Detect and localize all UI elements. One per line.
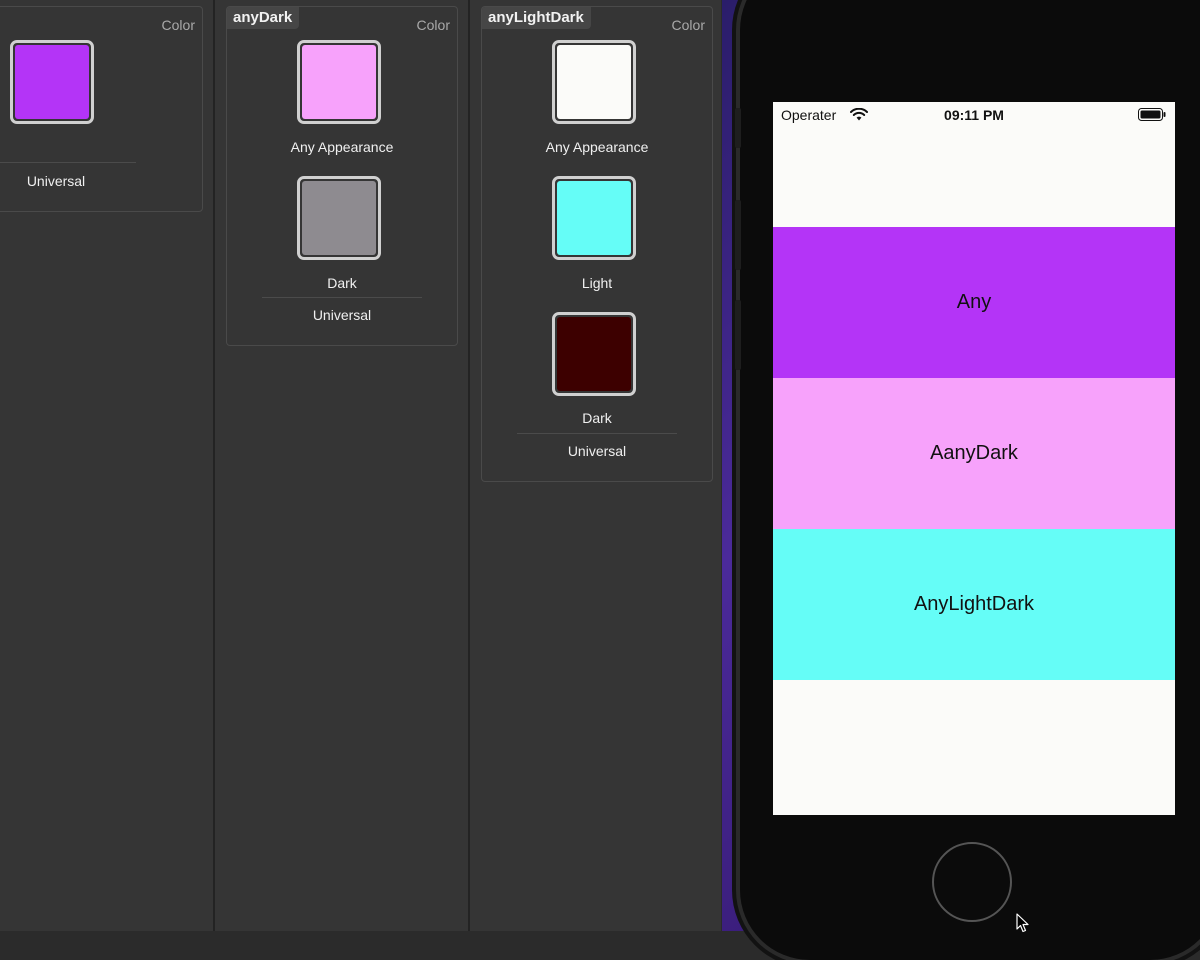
colorset-name[interactable]: anyDark	[227, 7, 300, 29]
swatch-dark[interactable]	[552, 312, 636, 396]
colorset-name[interactable]: anyLightDark	[482, 7, 591, 29]
band-label: AanyDark	[930, 442, 1018, 464]
swatch-color	[557, 317, 631, 391]
slot-label-light: Light	[581, 275, 613, 291]
swatch-color	[302, 45, 376, 119]
slot-label-any-appearance: Any Appearance	[290, 139, 394, 155]
slot-label-dark: Dark	[582, 410, 612, 426]
home-button[interactable]	[932, 842, 1012, 922]
slot-label-dark: Dark	[327, 275, 357, 291]
color-band-anydark: AanyDark	[773, 378, 1175, 529]
band-label: AnyLightDark	[913, 593, 1035, 615]
swatch-color	[15, 45, 89, 119]
swatch-light[interactable]	[552, 176, 636, 260]
swatch-color	[557, 45, 631, 119]
status-time: 09:11 PM	[944, 107, 1004, 123]
slot-label-universal: Universal	[26, 173, 86, 189]
slot-label-any-appearance: Any Appearance	[545, 139, 649, 155]
colorset-type-label: Color	[161, 17, 195, 33]
status-bar: Operater 09:11 PM	[773, 102, 1175, 128]
swatch-color	[557, 181, 631, 255]
swatch-universal[interactable]	[10, 40, 94, 124]
phone-side-button[interactable]	[735, 108, 741, 148]
color-band-any: Any	[773, 227, 1175, 378]
slot-label-universal: Universal	[312, 307, 372, 323]
colorset-card: Color Universal	[0, 6, 203, 212]
simulator-screen[interactable]: Operater 09:11 PM Any AanyDark AnyLightD…	[773, 102, 1175, 815]
slot-label-universal: Universal	[567, 443, 627, 459]
phone-volume-down-button[interactable]	[735, 300, 741, 370]
color-band-anylightdark: AnyLightDark	[773, 529, 1175, 680]
colorset-card-anydark: anyDark Color Any Appearance Dark Univer…	[226, 6, 458, 346]
battery-icon	[1138, 108, 1166, 124]
band-label: Any	[956, 291, 992, 313]
swatch-any-appearance[interactable]	[297, 40, 381, 124]
colorset-card-anylightdark: anyLightDark Color Any Appearance Light …	[481, 6, 713, 482]
separator	[262, 297, 422, 298]
swatch-color	[302, 181, 376, 255]
separator	[517, 433, 677, 434]
swatch-any-appearance[interactable]	[552, 40, 636, 124]
mouse-cursor-icon	[1016, 913, 1032, 938]
colorset-type-label: Color	[671, 17, 705, 33]
phone-volume-up-button[interactable]	[735, 200, 741, 270]
colorset-type-label: Color	[416, 17, 450, 33]
separator	[0, 162, 136, 163]
swatch-dark[interactable]	[297, 176, 381, 260]
